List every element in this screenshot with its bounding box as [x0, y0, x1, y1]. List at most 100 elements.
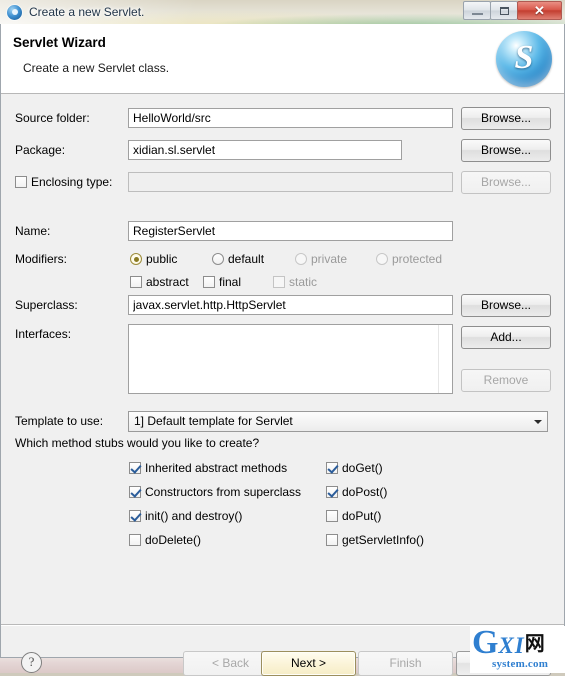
stub-constructors-from-superclass[interactable]: Constructors from superclass: [129, 485, 301, 499]
modifier-protected-label: protected: [392, 252, 443, 266]
watermark-subtitle: system.com: [492, 658, 549, 670]
radio-private-icon: [295, 253, 307, 265]
package-input[interactable]: [128, 140, 402, 160]
servlet-logo-letter: S: [514, 38, 534, 76]
stub-dopost-label: doPost(): [342, 485, 388, 499]
checkbox-dodelete-icon[interactable]: [129, 534, 141, 546]
modifiers-row: Modifiers: public default private protec…: [1, 249, 564, 271]
package-row: Package: Browse...: [1, 139, 564, 162]
stub-doput-label: doPut(): [342, 509, 382, 523]
close-icon: ✕: [534, 3, 545, 18]
stub-row-1: Inherited abstract methods doGet(): [1, 458, 564, 480]
watermark-g: G: [472, 626, 499, 661]
enclosing-type-input[interactable]: [128, 172, 453, 192]
modifier-radio-default[interactable]: default: [212, 252, 264, 266]
superclass-input[interactable]: [128, 295, 453, 315]
package-label: Package:: [15, 143, 66, 157]
interfaces-add-button[interactable]: Add...: [461, 326, 551, 349]
checkbox-doput-icon[interactable]: [326, 510, 338, 522]
window-title: Create a new Servlet.: [29, 5, 145, 19]
modifier-check-final[interactable]: final: [203, 275, 241, 289]
modifier-radio-public[interactable]: public: [130, 252, 177, 266]
stub-init-and-destroy[interactable]: init() and destroy(): [129, 509, 242, 523]
modifier-public-label: public: [146, 252, 178, 266]
checkbox-final-icon[interactable]: [203, 276, 215, 288]
minimize-button[interactable]: [463, 1, 491, 20]
template-select[interactable]: 1] Default template for Servlet: [128, 411, 548, 432]
stub-row-2: Constructors from superclass doPost(): [1, 482, 564, 504]
window-title-bar[interactable]: Create a new Servlet. ✕: [0, 0, 565, 24]
checkbox-doget-icon[interactable]: [326, 462, 338, 474]
watermark-xi: XI: [498, 633, 525, 658]
wizard-description: Create a new Servlet class.: [23, 61, 170, 75]
method-stubs-question: Which method stubs would you like to cre…: [15, 436, 260, 450]
wizard-dialog: Servlet Wizard Create a new Servlet clas…: [0, 24, 565, 676]
checkbox-abstract-icon[interactable]: [130, 276, 142, 288]
interfaces-remove-button: Remove: [461, 369, 551, 392]
template-label: Template to use:: [15, 414, 104, 428]
template-selected-value: 1] Default template for Servlet: [134, 414, 293, 428]
modifier-final-label: final: [219, 275, 242, 289]
stub-dodelete[interactable]: doDelete(): [129, 533, 201, 547]
superclass-browse-button[interactable]: Browse...: [461, 294, 551, 317]
modifier-flags-row: abstract final static: [1, 272, 564, 294]
maximize-button[interactable]: [490, 1, 518, 20]
stub-row-4: doDelete() getServletInfo(): [1, 530, 564, 552]
wizard-form: Source folder: Browse... Package: Browse…: [1, 94, 564, 599]
modifier-radio-protected: protected: [376, 252, 442, 266]
servlet-circle-icon: [7, 4, 22, 20]
stub-inherited-abstract-methods-label: Inherited abstract methods: [145, 461, 288, 475]
window-controls: ✕: [463, 1, 562, 21]
modifier-check-static: static: [273, 275, 317, 289]
close-button[interactable]: ✕: [517, 1, 562, 20]
source-folder-browse-button[interactable]: Browse...: [461, 107, 551, 130]
stub-init-and-destroy-label: init() and destroy(): [145, 509, 243, 523]
superclass-label: Superclass:: [15, 298, 78, 312]
interfaces-list-scrollbar[interactable]: [438, 325, 452, 393]
stub-doget[interactable]: doGet(): [326, 461, 383, 475]
name-label: Name:: [15, 224, 51, 238]
interfaces-list[interactable]: [128, 324, 453, 394]
stub-inherited-abstract-methods[interactable]: Inherited abstract methods: [129, 461, 287, 475]
enclosing-type-label: Enclosing type:: [31, 175, 113, 189]
wizard-header: Servlet Wizard Create a new Servlet clas…: [1, 24, 564, 94]
finish-button: Finish: [358, 651, 453, 676]
checkbox-inherited-abstract-methods-icon[interactable]: [129, 462, 141, 474]
checkbox-init-and-destroy-icon[interactable]: [129, 510, 141, 522]
template-row: Template to use: 1] Default template for…: [1, 411, 564, 433]
enclosing-type-browse-button: Browse...: [461, 171, 551, 194]
enclosing-type-checkbox[interactable]: [15, 176, 27, 188]
wizard-title: Servlet Wizard: [13, 35, 106, 50]
modifier-private-label: private: [311, 252, 348, 266]
help-icon[interactable]: ?: [21, 652, 42, 673]
enclosing-type-checkbox-wrap[interactable]: Enclosing type:: [15, 175, 112, 189]
radio-protected-icon: [376, 253, 388, 265]
checkbox-constructors-from-superclass-icon[interactable]: [129, 486, 141, 498]
modifier-check-abstract[interactable]: abstract: [130, 275, 189, 289]
stub-getservletinfo[interactable]: getServletInfo(): [326, 533, 424, 547]
stub-doput[interactable]: doPut(): [326, 509, 381, 523]
radio-default-icon[interactable]: [212, 253, 224, 265]
next-button[interactable]: Next >: [261, 651, 356, 676]
checkbox-static-icon: [273, 276, 285, 288]
stub-constructors-from-superclass-label: Constructors from superclass: [145, 485, 302, 499]
package-browse-button[interactable]: Browse...: [461, 139, 551, 162]
source-folder-row: Source folder: Browse...: [1, 107, 564, 130]
interfaces-label: Interfaces:: [15, 327, 72, 341]
watermark-top-line: GXI网: [472, 626, 545, 660]
source-folder-input[interactable]: [128, 108, 453, 128]
radio-public-icon[interactable]: [130, 253, 142, 265]
stub-dopost[interactable]: doPost(): [326, 485, 387, 499]
watermark-cn-glyph: 网: [524, 633, 545, 655]
checkbox-getservletinfo-icon[interactable]: [326, 534, 338, 546]
name-row: Name:: [1, 221, 564, 243]
superclass-row: Superclass: Browse...: [1, 294, 564, 317]
stub-row-3: init() and destroy() doPut(): [1, 506, 564, 528]
checkbox-dopost-icon[interactable]: [326, 486, 338, 498]
site-watermark: GXI网 system.com: [470, 626, 565, 673]
source-folder-label: Source folder:: [15, 111, 90, 125]
interfaces-row: Interfaces: Add... Remove: [1, 324, 564, 394]
name-input[interactable]: [128, 221, 453, 241]
chevron-down-icon[interactable]: [534, 420, 542, 424]
servlet-logo-icon: S: [496, 31, 552, 87]
